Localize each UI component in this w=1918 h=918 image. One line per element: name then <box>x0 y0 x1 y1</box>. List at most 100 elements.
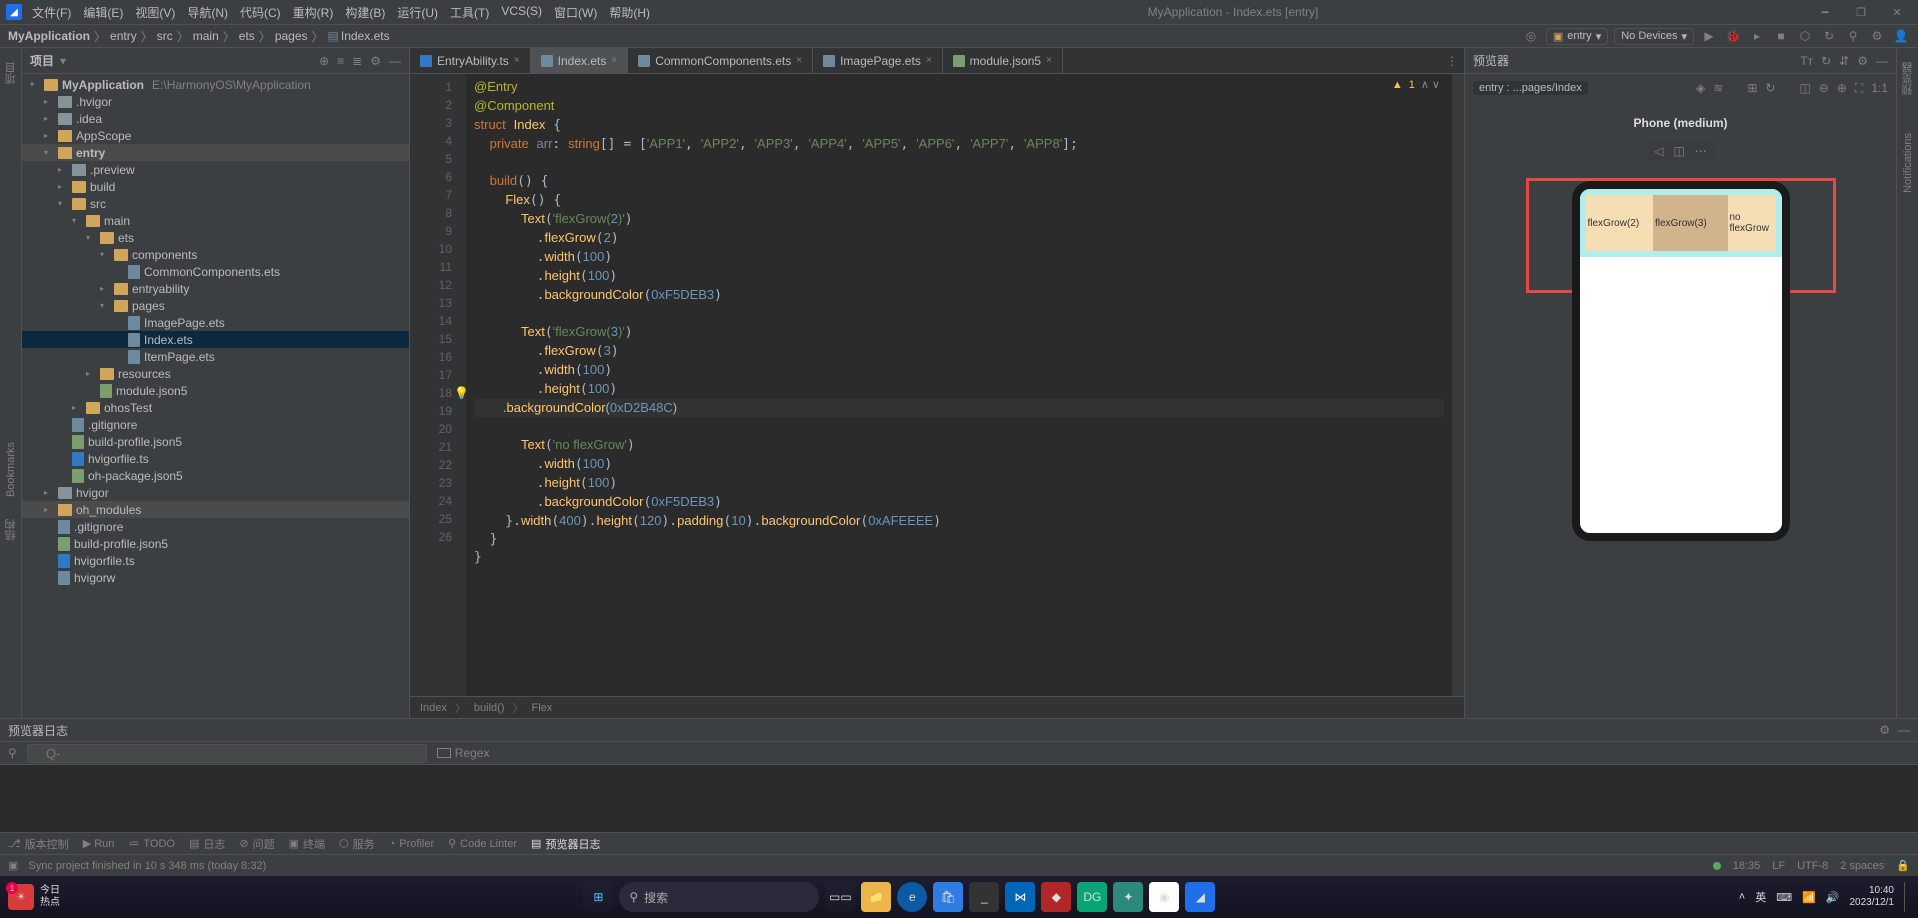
split-icon[interactable]: ◫ <box>1673 144 1684 158</box>
bottom-tool-item[interactable]: ◔Profiler <box>389 838 435 850</box>
tree-node[interactable]: ▸.preview <box>22 161 409 178</box>
git-button[interactable]: ⬡ <box>1796 27 1814 45</box>
link-icon[interactable]: ⇵ <box>1839 54 1849 68</box>
tree-node[interactable]: ▾pages <box>22 297 409 314</box>
store-icon[interactable]: 🛍 <box>933 882 963 912</box>
tree-node[interactable]: Index.ets <box>22 331 409 348</box>
breadcrumb-item[interactable]: ▤Index.ets <box>328 29 390 43</box>
readonly-icon[interactable]: 🔒 <box>1896 859 1910 872</box>
account-icon[interactable]: 👤 <box>1892 27 1910 45</box>
widget-text[interactable]: 今日 热点 <box>40 885 60 909</box>
zoom-in-icon[interactable]: ⊕ <box>1837 81 1847 96</box>
bottom-tool-item[interactable]: ▤日志 <box>189 836 225 852</box>
stop-button[interactable]: ■ <box>1772 27 1790 45</box>
device-dropdown[interactable]: No Devices▾ <box>1614 28 1694 45</box>
bottom-tool-item[interactable]: ⬡服务 <box>339 836 375 852</box>
tree-node[interactable]: ▾main <box>22 212 409 229</box>
tree-node[interactable]: ▸hvigor <box>22 484 409 501</box>
tree-node[interactable]: ▸resources <box>22 365 409 382</box>
panel-dropdown-icon[interactable]: ▾ <box>60 54 66 68</box>
taskbar-search[interactable]: ⚲搜索 <box>619 882 819 912</box>
more-icon[interactable]: ⋯ <box>1695 144 1707 158</box>
settings-icon[interactable]: ⚙ <box>1868 27 1886 45</box>
tree-node[interactable]: ▾entry <box>22 144 409 161</box>
tree-node[interactable]: ItemPage.ets <box>22 348 409 365</box>
structure-tool-tab[interactable]: 结构 <box>3 515 19 545</box>
chrome-icon[interactable]: ◉ <box>1149 882 1179 912</box>
bottom-tool-item[interactable]: ▤预览器日志 <box>531 836 600 852</box>
update-button[interactable]: ↻ <box>1820 27 1838 45</box>
terminal-icon[interactable]: _ <box>969 882 999 912</box>
font-icon[interactable]: Tᴛ <box>1800 54 1813 68</box>
menu-item[interactable]: 编辑(E) <box>77 2 129 23</box>
layers-icon[interactable]: ≋ <box>1713 81 1723 96</box>
tabs-menu-icon[interactable]: ⋮ <box>1446 54 1458 68</box>
bottom-tool-item[interactable]: ⚲Code Linter <box>448 837 517 850</box>
code-editor[interactable]: @Entry @Component struct Index { private… <box>466 74 1452 696</box>
tree-node[interactable]: ▸.idea <box>22 110 409 127</box>
previewer-tool-tab[interactable]: 预览器 <box>1900 58 1916 99</box>
tree-node[interactable]: build-profile.json5 <box>22 433 409 450</box>
hide-panel-icon[interactable]: — <box>389 54 401 68</box>
project-tool-tab[interactable]: 项目 <box>3 58 19 88</box>
tree-node[interactable]: ImagePage.ets <box>22 314 409 331</box>
tree-node[interactable]: ▸ohosTest <box>22 399 409 416</box>
log-hide-icon[interactable]: — <box>1898 723 1910 737</box>
run-config-dropdown[interactable]: ▣entry▾ <box>1546 28 1608 45</box>
rotate-icon[interactable]: ↻ <box>1765 81 1775 96</box>
tree-node[interactable]: ▾ets <box>22 229 409 246</box>
menu-item[interactable]: 构建(B) <box>339 2 391 23</box>
tray-volume-icon[interactable]: 🔊 <box>1826 891 1840 904</box>
log-settings-icon[interactable]: ⚙ <box>1879 723 1890 737</box>
select-opened-icon[interactable]: ⊕ <box>319 54 329 68</box>
deveco-icon[interactable]: ◢ <box>1185 882 1215 912</box>
tree-node[interactable]: hvigorfile.ts <box>22 552 409 569</box>
app-icon-3[interactable]: ✦ <box>1113 882 1143 912</box>
bottom-tool-item[interactable]: ▣终端 <box>289 836 325 852</box>
tree-node[interactable]: ▾components <box>22 246 409 263</box>
menu-item[interactable]: 窗口(W) <box>548 2 603 23</box>
menu-item[interactable]: 代码(C) <box>234 2 287 23</box>
editor-tab[interactable]: module.json5× <box>943 48 1063 73</box>
fit-icon[interactable]: ⛶ <box>1855 81 1863 96</box>
app-icon-1[interactable]: ◆ <box>1041 882 1071 912</box>
status-indent[interactable]: 2 spaces <box>1840 860 1884 872</box>
menu-item[interactable]: 工具(T) <box>444 2 495 23</box>
bottom-tool-item[interactable]: ⊘问题 <box>239 836 274 852</box>
notifications-tool-tab[interactable]: Notifications <box>1902 129 1914 197</box>
close-button[interactable]: ✕ <box>1882 6 1912 19</box>
tree-node[interactable]: build-profile.json5 <box>22 535 409 552</box>
tray-wifi-icon[interactable]: 📶 <box>1802 891 1816 904</box>
bottom-tool-item[interactable]: ⎇版本控制 <box>8 836 69 852</box>
editor-crumb[interactable]: build() <box>474 702 505 714</box>
preview-hide-icon[interactable]: — <box>1876 54 1888 68</box>
coverage-button[interactable]: ▸ <box>1748 27 1766 45</box>
tray-clock[interactable]: 10:40 2023/12/1 <box>1850 885 1895 909</box>
editor-crumb[interactable]: Flex <box>532 702 553 714</box>
status-icon[interactable]: ▣ <box>8 859 18 872</box>
tree-node[interactable]: ▸entryability <box>22 280 409 297</box>
back-icon[interactable]: ◁ <box>1654 144 1663 158</box>
tree-node[interactable]: ▾src <box>22 195 409 212</box>
search-icon[interactable]: ⚲ <box>1844 27 1862 45</box>
tree-node[interactable]: oh-package.json5 <box>22 467 409 484</box>
crop-icon[interactable]: ◫ <box>1799 81 1810 96</box>
minimize-button[interactable]: ━ <box>1810 6 1840 19</box>
bottom-tool-item[interactable]: ▶ Run <box>83 837 115 850</box>
project-tree[interactable]: ▾MyApplicationE:\HarmonyOS\MyApplication… <box>22 74 409 718</box>
tree-node[interactable]: ▸AppScope <box>22 127 409 144</box>
editor-tab[interactable]: Index.ets× <box>531 48 629 73</box>
preview-settings-icon[interactable]: ⚙ <box>1857 54 1868 68</box>
breadcrumb-item[interactable]: pages <box>275 29 308 43</box>
inspector-icon[interactable]: ◈ <box>1696 81 1705 96</box>
device-controls[interactable]: ◁ ◫ ⋯ <box>1646 140 1715 162</box>
app-icon-2[interactable]: DG <box>1077 882 1107 912</box>
tray-chevron-icon[interactable]: ˄ <box>1739 891 1745 903</box>
task-view-icon[interactable]: ▭▭ <box>825 882 855 912</box>
show-desktop[interactable] <box>1904 882 1910 912</box>
filter-input[interactable] <box>27 744 427 763</box>
debug-button[interactable]: 🐞 <box>1724 27 1742 45</box>
tree-node[interactable]: ▾MyApplicationE:\HarmonyOS\MyApplication <box>22 76 409 93</box>
preview-path[interactable]: entry : ...pages/Index <box>1473 81 1588 95</box>
vscode-icon[interactable]: ⋈ <box>1005 882 1035 912</box>
